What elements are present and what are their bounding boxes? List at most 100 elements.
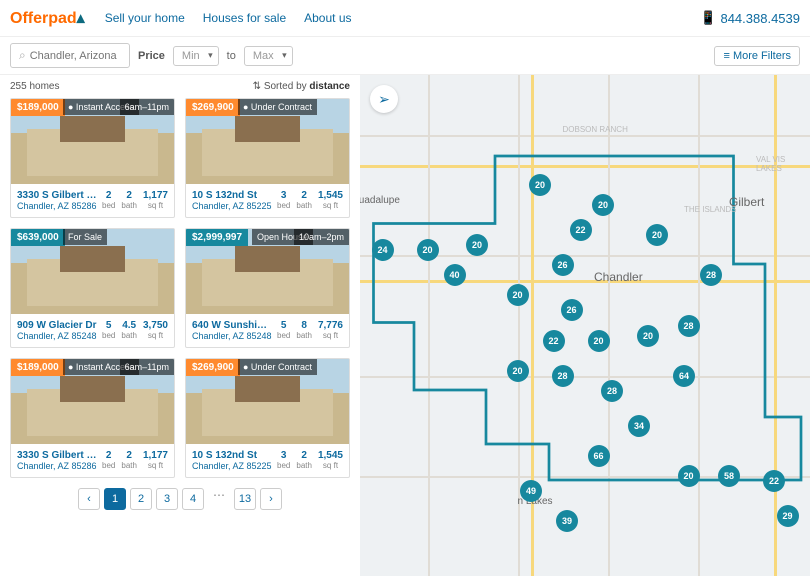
listing-city: Chandler, AZ 85225 (192, 201, 273, 211)
listing-card[interactable]: $189,000 ● Instant Access 6am–11pm 3330 … (10, 98, 175, 218)
pagination: ‹ 1 2 3 4 ⋯ 13 › (10, 488, 350, 510)
listing-body: 909 W Glacier Dr Chandler, AZ 85248 5bed… (11, 314, 174, 347)
listing-image: $269,900 ● Under Contract (186, 359, 349, 444)
city-guadalupe: Guadalupe (360, 195, 400, 206)
nav-houses[interactable]: Houses for sale (203, 11, 286, 25)
map-pin[interactable]: 22 (570, 219, 592, 241)
listing-body: 640 W Sunshine Pl Chandler, AZ 85248 5be… (186, 314, 349, 347)
locate-button[interactable]: ➢ (370, 85, 398, 113)
search-input[interactable] (30, 50, 120, 62)
neighborhood-islands: THE ISLANDS (684, 205, 736, 214)
map-pin[interactable]: 49 (520, 480, 542, 502)
nav-about[interactable]: About us (304, 11, 351, 25)
listing-image: $189,000 ● Instant Access 6am–11pm (11, 99, 174, 184)
search-icon: ⌕ (19, 48, 26, 63)
page-3[interactable]: 3 (156, 488, 178, 510)
map-pin[interactable]: 34 (628, 415, 650, 437)
page-1[interactable]: 1 (104, 488, 126, 510)
map-pin[interactable]: 39 (556, 510, 578, 532)
map-pin[interactable]: 28 (700, 264, 722, 286)
listing-city: Chandler, AZ 85248 (192, 331, 273, 341)
listing-address: 909 W Glacier Dr (17, 320, 98, 331)
sort-by[interactable]: ⇅ Sorted by distance (253, 81, 350, 92)
map-pin[interactable]: 22 (763, 470, 785, 492)
price-label: Price (138, 50, 165, 62)
listing-card[interactable]: $2,999,997 Open House 10am–2pm 640 W Sun… (185, 228, 350, 348)
search-box[interactable]: ⌕ (10, 43, 130, 68)
listing-card[interactable]: $269,900 ● Under Contract 10 S 132nd St … (185, 98, 350, 218)
listing-city: Chandler, AZ 85225 (192, 461, 273, 471)
listing-address: 10 S 132nd St (192, 190, 273, 201)
map-pin[interactable]: 58 (718, 465, 740, 487)
price-to: to (227, 50, 236, 62)
listing-city: Chandler, AZ 85248 (17, 331, 98, 341)
map-pin[interactable]: 20 (417, 239, 439, 261)
listing-image: $2,999,997 Open House 10am–2pm (186, 229, 349, 314)
city-chandler: Chandler (594, 270, 643, 284)
listing-body: 10 S 132nd St Chandler, AZ 85225 3bed 2b… (186, 444, 349, 477)
listing-image: $269,900 ● Under Contract (186, 99, 349, 184)
price-badge: $2,999,997 (186, 229, 248, 246)
map-pin[interactable]: 26 (561, 299, 583, 321)
map-pin[interactable]: 20 (678, 465, 700, 487)
map-pin[interactable]: 24 (372, 239, 394, 261)
map-pin[interactable]: 28 (601, 380, 623, 402)
header: Offerpad▴ Sell your home Houses for sale… (0, 0, 810, 37)
map-pin[interactable]: 28 (552, 365, 574, 387)
map-pin[interactable]: 20 (529, 174, 551, 196)
map-pin[interactable]: 20 (507, 284, 529, 306)
page-4[interactable]: 4 (182, 488, 204, 510)
listing-card[interactable]: $639,000 For Sale 909 W Glacier Dr Chand… (10, 228, 175, 348)
price-min-select[interactable]: Min (173, 46, 219, 66)
listing-card[interactable]: $189,000 ● Instant Access 6am–11pm 3330 … (10, 358, 175, 478)
listing-address: 640 W Sunshine Pl (192, 320, 273, 331)
listing-body: 10 S 132nd St Chandler, AZ 85225 3bed 2b… (186, 184, 349, 217)
filter-bar: ⌕ Price Min to Max ≡ More Filters (0, 37, 810, 75)
listing-city: Chandler, AZ 85286 (17, 461, 98, 471)
map-pin[interactable]: 29 (777, 505, 799, 527)
logo: Offerpad▴ (10, 8, 85, 28)
listing-address: 3330 S Gilbert Rd Unit 2… (17, 450, 98, 461)
map-pin[interactable]: 40 (444, 264, 466, 286)
map-pin[interactable]: 28 (678, 315, 700, 337)
listing-image: $639,000 For Sale (11, 229, 174, 314)
nav: Sell your home Houses for sale About us (105, 11, 352, 25)
listing-city: Chandler, AZ 85286 (17, 201, 98, 211)
status-badge: ● Under Contract (238, 359, 317, 375)
map-pin[interactable]: 66 (588, 445, 610, 467)
price-max-select[interactable]: Max (244, 46, 293, 66)
status-badge: For Sale (63, 229, 107, 245)
phone-number[interactable]: 📱 844.388.4539 (700, 10, 800, 26)
neighborhood-dobson: DOBSON RANCH (563, 125, 628, 134)
page-next[interactable]: › (260, 488, 282, 510)
phone-icon: 📱 (700, 10, 716, 26)
boundary-polygon (360, 75, 810, 525)
neighborhood-valvis: VAL VIS LAKES (756, 155, 810, 173)
listing-image: $189,000 ● Instant Access 6am–11pm (11, 359, 174, 444)
map-pin[interactable]: 20 (592, 194, 614, 216)
listing-address: 3330 S Gilbert Rd Unit 2… (17, 190, 98, 201)
more-filters-button[interactable]: ≡ More Filters (714, 46, 800, 66)
map-pin[interactable]: 64 (673, 365, 695, 387)
map-pin[interactable]: 22 (543, 330, 565, 352)
map-pin[interactable]: 20 (466, 234, 488, 256)
time-badge: 6am–11pm (120, 99, 174, 115)
price-badge: $639,000 (11, 229, 65, 246)
map[interactable]: Gilbert Chandler Guadalupe DOBSON RANCH … (360, 75, 810, 576)
page-2[interactable]: 2 (130, 488, 152, 510)
listing-panel: 255 homes ⇅ Sorted by distance $189,000 … (0, 75, 360, 576)
time-badge: 10am–2pm (294, 229, 349, 245)
map-pin[interactable]: 20 (646, 224, 668, 246)
page-prev[interactable]: ‹ (78, 488, 100, 510)
listing-body: 3330 S Gilbert Rd Unit 2… Chandler, AZ 8… (11, 184, 174, 217)
map-pin[interactable]: 20 (507, 360, 529, 382)
price-badge: $189,000 (11, 359, 65, 376)
page-last[interactable]: 13 (234, 488, 256, 510)
listing-card[interactable]: $269,900 ● Under Contract 10 S 132nd St … (185, 358, 350, 478)
map-pin[interactable]: 26 (552, 254, 574, 276)
map-pin[interactable]: 20 (588, 330, 610, 352)
nav-sell[interactable]: Sell your home (105, 11, 185, 25)
price-badge: $189,000 (11, 99, 65, 116)
map-pin[interactable]: 20 (637, 325, 659, 347)
status-badge: ● Under Contract (238, 99, 317, 115)
